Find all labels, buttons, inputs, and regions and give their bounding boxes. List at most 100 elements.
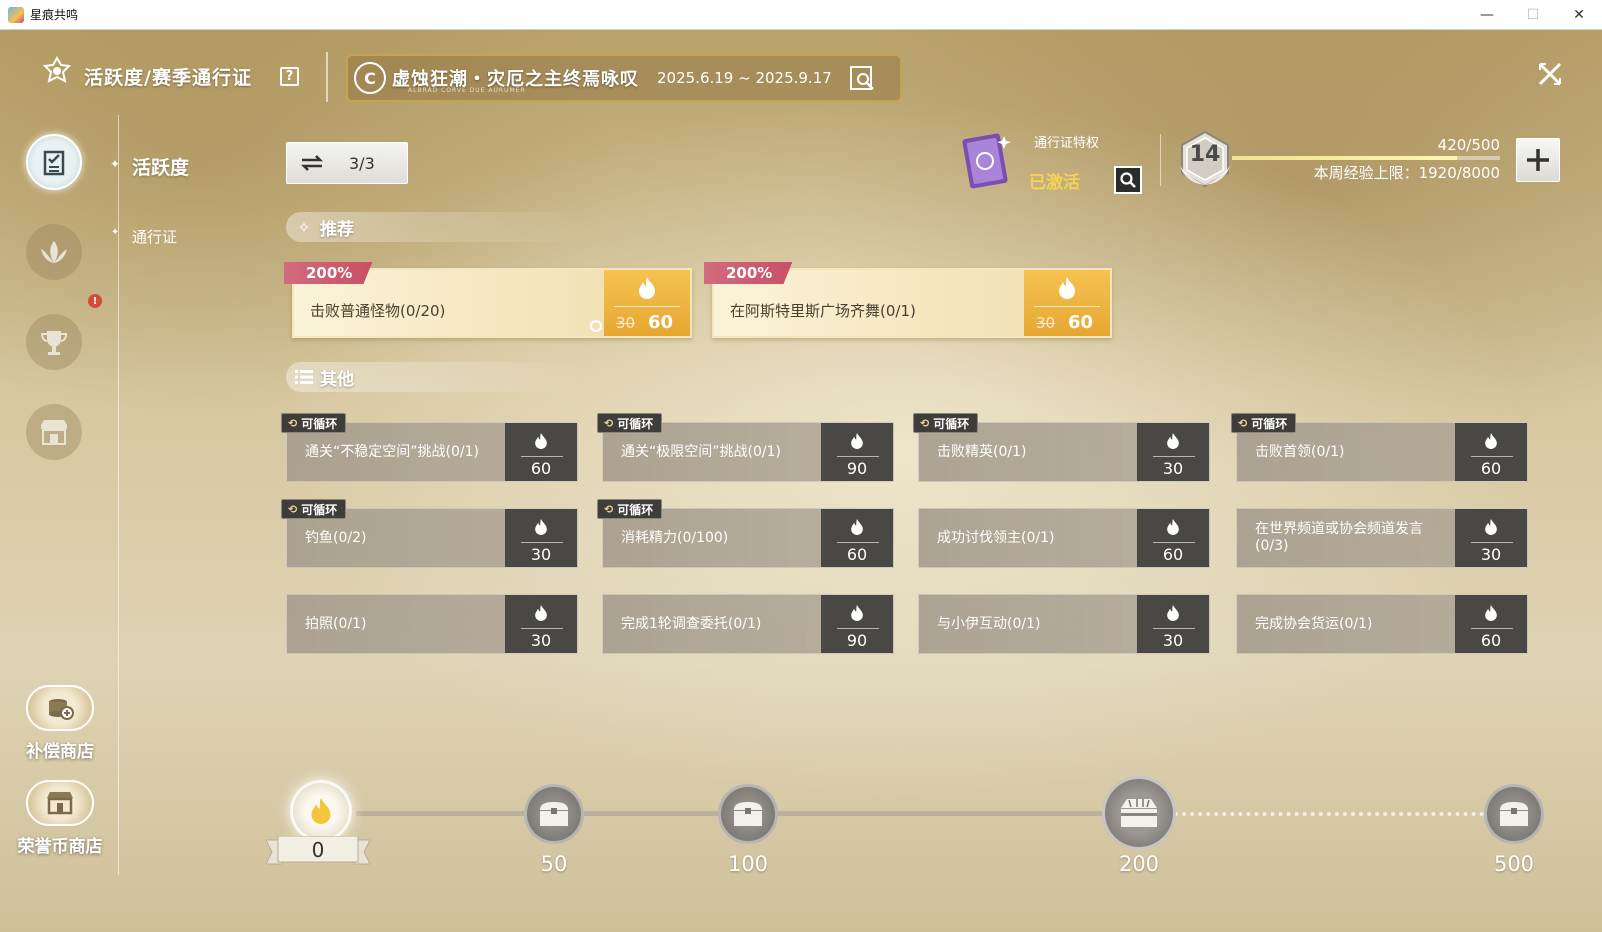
task-card[interactable]: 钓鱼(0/2) 30 ⟲ 可循环 (281, 499, 578, 568)
reward-value: 60 (1480, 459, 1502, 478)
large-chest-icon (1121, 799, 1157, 827)
task-card[interactable]: 与小伊互动(0/1) 30 (918, 594, 1210, 654)
reward-box: 90 (821, 595, 893, 653)
chest-icon (540, 802, 568, 826)
reward-divider (521, 628, 563, 629)
flame-icon (1167, 433, 1179, 449)
compensation-shop-button[interactable]: 补偿商店 (14, 685, 106, 762)
flame-icon (851, 519, 863, 535)
task-card[interactable]: 通关“不稳定空间”挑战(0/1) 60 ⟲ 可循环 (281, 413, 578, 482)
page-title: 活跃度/赛季通行证 (84, 67, 252, 89)
reward-box: 30 (505, 509, 577, 567)
flame-icon (1485, 519, 1497, 535)
reward-divider (1153, 542, 1195, 543)
reward-value: 60 (846, 545, 868, 564)
task-label: 与小伊互动(0/1) (937, 615, 1041, 632)
repeatable-label: 可循环 (617, 502, 654, 517)
recommended-task-card[interactable]: 200% 在阿斯特里斯广场齐舞(0/1) 30 60 (704, 262, 1112, 338)
maximize-button[interactable]: ☐ (1510, 0, 1556, 30)
app-icon (8, 6, 24, 23)
reward-divider (1471, 542, 1513, 543)
chest-reward-50[interactable] (524, 784, 584, 844)
task-card[interactable]: 在世界频道或协会频道发言(0/3) 30 (1236, 508, 1528, 568)
repeatable-tag: ⟲ 可循环 (597, 499, 663, 519)
honor-coin-shop-button[interactable]: 荣誉币商店 (14, 780, 106, 857)
reward-divider (521, 542, 563, 543)
reward-divider (837, 628, 879, 629)
chest-reward-200[interactable] (1102, 776, 1176, 850)
sidebar-item-pass[interactable]: 通行证 (132, 226, 177, 247)
current-activity-value: 0 (311, 838, 325, 862)
flame-icon (851, 605, 863, 621)
task-card[interactable]: 击败首领(0/1) 60 ⟲ 可循环 (1231, 413, 1528, 482)
shop-building-icon (26, 780, 94, 826)
reward-divider (1471, 456, 1513, 457)
flame-icon (1059, 277, 1075, 299)
repeatable-tag: ⟲ 可循环 (1231, 413, 1297, 433)
buy-level-button[interactable] (1516, 138, 1560, 182)
task-card[interactable]: 通关“极限空间”挑战(0/1) 90 ⟲ 可循环 (597, 413, 894, 482)
sidebar-item-activity[interactable]: 活跃度 (132, 153, 189, 180)
store-icon (41, 420, 67, 445)
repeatable-label: 可循环 (1251, 416, 1288, 431)
reward-value: 90 (846, 631, 868, 650)
season-banner[interactable]: C 虚蚀狂潮・灾厄之主终焉咏叹 ALBRAD CORVE DUE AURUMER… (346, 54, 902, 102)
nav-star-icon: ✦ (111, 227, 120, 238)
reward-value: 60 (530, 459, 552, 478)
repeat-icon: ⟲ (604, 502, 614, 516)
help-button[interactable]: ? (280, 67, 299, 86)
sparkle-icon: ✧ (297, 217, 311, 237)
boosted-reward: 60 (1068, 312, 1094, 333)
nav-trophy-button[interactable] (26, 314, 82, 370)
minimize-button[interactable]: — (1464, 0, 1510, 30)
task-card[interactable]: 消耗精力(0/100) 60 ⟲ 可循环 (597, 499, 894, 568)
season-dates: 2025.6.19 ~ 2025.9.17 (657, 69, 832, 87)
reward-box: 60 (1137, 509, 1209, 567)
chest-icon (734, 802, 762, 826)
task-label: 在世界频道或协会频道发言(0/3) (1255, 521, 1423, 554)
nav-lotus-button[interactable] (26, 224, 82, 280)
task-card[interactable]: 完成协会货运(0/1) 60 (1236, 594, 1528, 654)
close-window-button[interactable]: ✕ (1556, 0, 1602, 30)
repeatable-label: 可循环 (301, 416, 338, 431)
chest-reward-500[interactable] (1484, 784, 1544, 844)
refresh-tasks-button[interactable]: 3/3 (286, 142, 408, 184)
season-logo-icon: C (354, 62, 386, 94)
nav-activity-button[interactable] (26, 134, 82, 190)
milestone-200: 200 (1118, 852, 1160, 876)
other-title: 其他 (320, 369, 354, 390)
nav-store-button[interactable] (26, 404, 82, 460)
reward-value: 60 (1480, 631, 1502, 650)
task-label: 在阿斯特里斯广场齐舞(0/1) (730, 302, 916, 320)
pass-status: 已激活 (1029, 173, 1080, 193)
boosted-reward: 60 (648, 312, 674, 333)
milestone-50: 50 (540, 852, 568, 876)
pass-detail-button[interactable] (1114, 166, 1142, 194)
reward-box: 60 (821, 509, 893, 567)
alert-badge: ! (88, 294, 102, 308)
season-detail-search-icon[interactable] (848, 64, 876, 92)
task-card[interactable]: 完成1轮调查委托(0/1) 90 (602, 594, 894, 654)
task-card[interactable]: 击败精英(0/1) 30 ⟲ 可循环 (913, 413, 1210, 482)
trophy-icon (40, 331, 68, 355)
reward-divider (1034, 306, 1100, 307)
repeatable-tag: ⟲ 可循环 (281, 499, 347, 519)
reward-box: 30 (1455, 509, 1527, 567)
window-controls: — ☐ ✕ (1464, 0, 1602, 30)
close-panel-icon[interactable] (1536, 60, 1564, 88)
topbar-divider (1160, 134, 1161, 186)
task-label: 击败普通怪物(0/20) (310, 302, 446, 320)
pass-card-icon (962, 133, 1011, 189)
checklist-icon (43, 150, 65, 176)
reward-box: 30 60 (1024, 270, 1110, 336)
window-title: 星痕共鸣 (30, 8, 79, 22)
repeatable-tag: ⟲ 可循环 (913, 413, 979, 433)
task-card[interactable]: 拍照(0/1) 30 (286, 594, 578, 654)
recommended-task-card[interactable]: 200% 击败普通怪物(0/20) 30 60 (284, 262, 692, 338)
current-activity-node (290, 780, 352, 842)
plus-icon (1527, 149, 1549, 171)
bonus-badge: 200% (704, 262, 793, 284)
task-card[interactable]: 成功讨伐领主(0/1) 60 (918, 508, 1210, 568)
chest-reward-100[interactable] (718, 784, 778, 844)
activity-emblem-icon (42, 56, 72, 83)
